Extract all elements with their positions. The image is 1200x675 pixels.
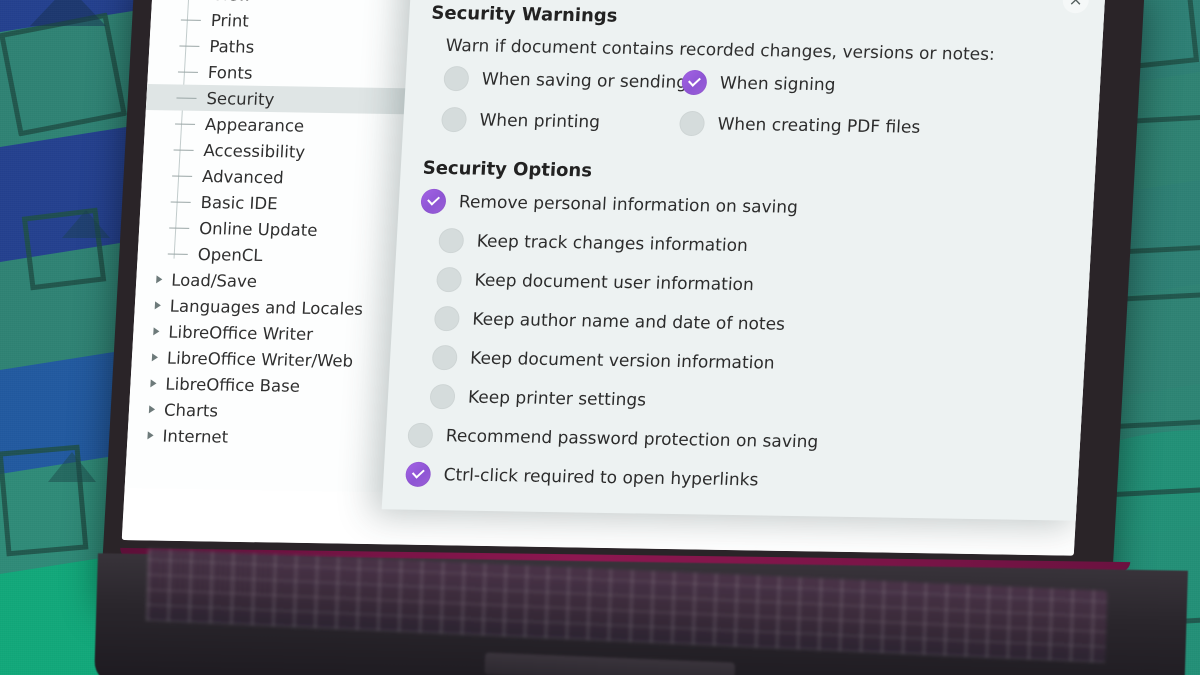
checkbox-row[interactable]: Ctrl-click required to open hyperlinks <box>404 461 1062 498</box>
tree-leaf-dash-icon <box>175 122 196 125</box>
checkbox-row[interactable]: When signing <box>681 69 1084 102</box>
checkbox-label: Recommend password protection on saving <box>445 425 819 452</box>
security-options-checkbox-list[interactable]: Remove personal information on saving Kee… <box>404 188 1078 498</box>
dialog-body: Security Warnings Warn if document conta… <box>382 0 1108 521</box>
tree-item-label: Accessibility <box>203 140 306 162</box>
checkbox-label: When creating PDF files <box>716 113 921 138</box>
tree-item-label: Basic IDE <box>200 192 279 213</box>
checkbox-row[interactable]: When printing <box>440 106 674 136</box>
checkbox-row[interactable]: When creating PDF files <box>678 110 1082 143</box>
checkbox-label: When printing <box>478 110 601 132</box>
wallpaper-triangle <box>62 210 110 238</box>
checkbox-row[interactable]: When saving or sending <box>443 65 688 95</box>
tree-item-label: Load/Save <box>170 270 258 291</box>
checkbox-unchecked-icon[interactable] <box>407 422 434 449</box>
security-options-heading: Security Options <box>422 157 593 182</box>
chevron-right-icon <box>156 275 163 284</box>
checkbox-row[interactable]: Recommend password protection on saving <box>407 422 1064 459</box>
tree-item-label: Online Update <box>198 218 319 240</box>
laptop-device: …ptions and define warnings for hidden i… <box>94 0 1188 675</box>
tree-item-label: Charts <box>163 400 219 420</box>
screenshot-scene: M …ptions and define warnings for hidden… <box>0 0 1200 675</box>
checkbox-unchecked-icon[interactable] <box>433 305 461 332</box>
checkbox-row[interactable]: Keep document user information <box>435 266 1073 302</box>
security-warnings-heading: Security Warnings <box>430 2 619 27</box>
checkbox-label: Remove personal information on saving <box>458 191 799 218</box>
checkbox-checked-icon[interactable] <box>404 461 432 488</box>
chevron-right-icon <box>147 431 154 440</box>
checkbox-unchecked-icon[interactable] <box>435 266 463 293</box>
tree-item-label: LibreOffice Writer/Web <box>166 348 354 371</box>
wallpaper-pentagon <box>0 12 128 137</box>
checkbox-label: Keep track changes information <box>476 231 749 256</box>
tree-item-label: LibreOffice Writer <box>167 322 314 344</box>
chevron-right-icon <box>154 301 162 310</box>
checkbox-checked-icon[interactable] <box>420 188 447 215</box>
checkbox-unchecked-icon[interactable] <box>429 383 456 410</box>
security-warnings-checkbox-grid[interactable]: When saving or sending When signing When p… <box>440 65 1085 143</box>
checkbox-row[interactable]: Keep track changes information <box>438 227 1075 263</box>
tree-item-label: Print <box>210 10 250 31</box>
tree-leaf-dash-icon <box>167 252 188 255</box>
tree-leaf-dash-icon <box>176 96 197 99</box>
wallpaper-triangle <box>30 0 106 26</box>
laptop-screen: …ptions and define warnings for hidden i… <box>121 0 1108 556</box>
laptop-trackpad <box>484 652 735 675</box>
tree-item-label: Appearance <box>204 114 305 136</box>
tree-item-label: OpenCL <box>197 244 264 265</box>
tree-item-label: Security <box>206 88 275 109</box>
checkbox-row[interactable]: Keep author name and date of notes <box>433 305 1071 341</box>
security-options-dialog: Security Options and Warnings × Security… <box>381 0 1108 521</box>
tree-item-label: Advanced <box>201 166 285 187</box>
checkbox-label: When saving or sending <box>481 69 688 93</box>
tree-item-label: Paths <box>208 36 255 57</box>
checkbox-label: Keep printer settings <box>467 387 647 411</box>
tree-item-label: Languages and Locales <box>169 296 364 319</box>
checkbox-unchecked-icon[interactable] <box>443 65 470 92</box>
chevron-right-icon <box>153 327 160 336</box>
tree-item-label: View <box>212 0 252 4</box>
chevron-right-icon <box>151 353 159 362</box>
checkbox-unchecked-icon[interactable] <box>431 344 458 371</box>
tree-item-label: Internet <box>162 426 229 447</box>
checkbox-row[interactable]: Remove personal information on saving <box>420 188 1077 225</box>
checkbox-label: When signing <box>719 72 837 95</box>
checkbox-unchecked-icon[interactable] <box>678 110 706 137</box>
checkbox-label: Keep document user information <box>474 270 755 295</box>
checkbox-row[interactable]: Keep document version information <box>431 344 1069 380</box>
tree-item-label: LibreOffice Base <box>164 374 301 396</box>
tree-leaf-dash-icon <box>179 44 200 47</box>
checkbox-label: Keep author name and date of notes <box>471 309 786 335</box>
tree-leaf-dash-icon <box>172 174 193 177</box>
chevron-right-icon <box>150 379 157 388</box>
tree-leaf-dash-icon <box>177 70 199 73</box>
tree-leaf-dash-icon <box>170 200 191 203</box>
wallpaper-triangle <box>48 452 96 482</box>
checkbox-label: Ctrl-click required to open hyperlinks <box>443 464 759 490</box>
tree-leaf-dash-icon <box>169 226 190 229</box>
tree-leaf-dash-icon <box>173 148 194 151</box>
checkbox-row[interactable]: Keep printer settings <box>429 383 1066 419</box>
checkbox-label: Keep document version information <box>469 348 776 374</box>
chevron-right-icon <box>148 405 156 414</box>
checkbox-unchecked-icon[interactable] <box>438 227 465 254</box>
checkbox-checked-icon[interactable] <box>681 69 708 96</box>
tree-item-label: Fonts <box>207 62 254 83</box>
security-warnings-subheading: Warn if document contains recorded chang… <box>445 35 996 65</box>
laptop-base <box>94 548 1188 675</box>
tree-leaf-dash-icon <box>180 18 201 21</box>
checkbox-unchecked-icon[interactable] <box>440 106 468 133</box>
